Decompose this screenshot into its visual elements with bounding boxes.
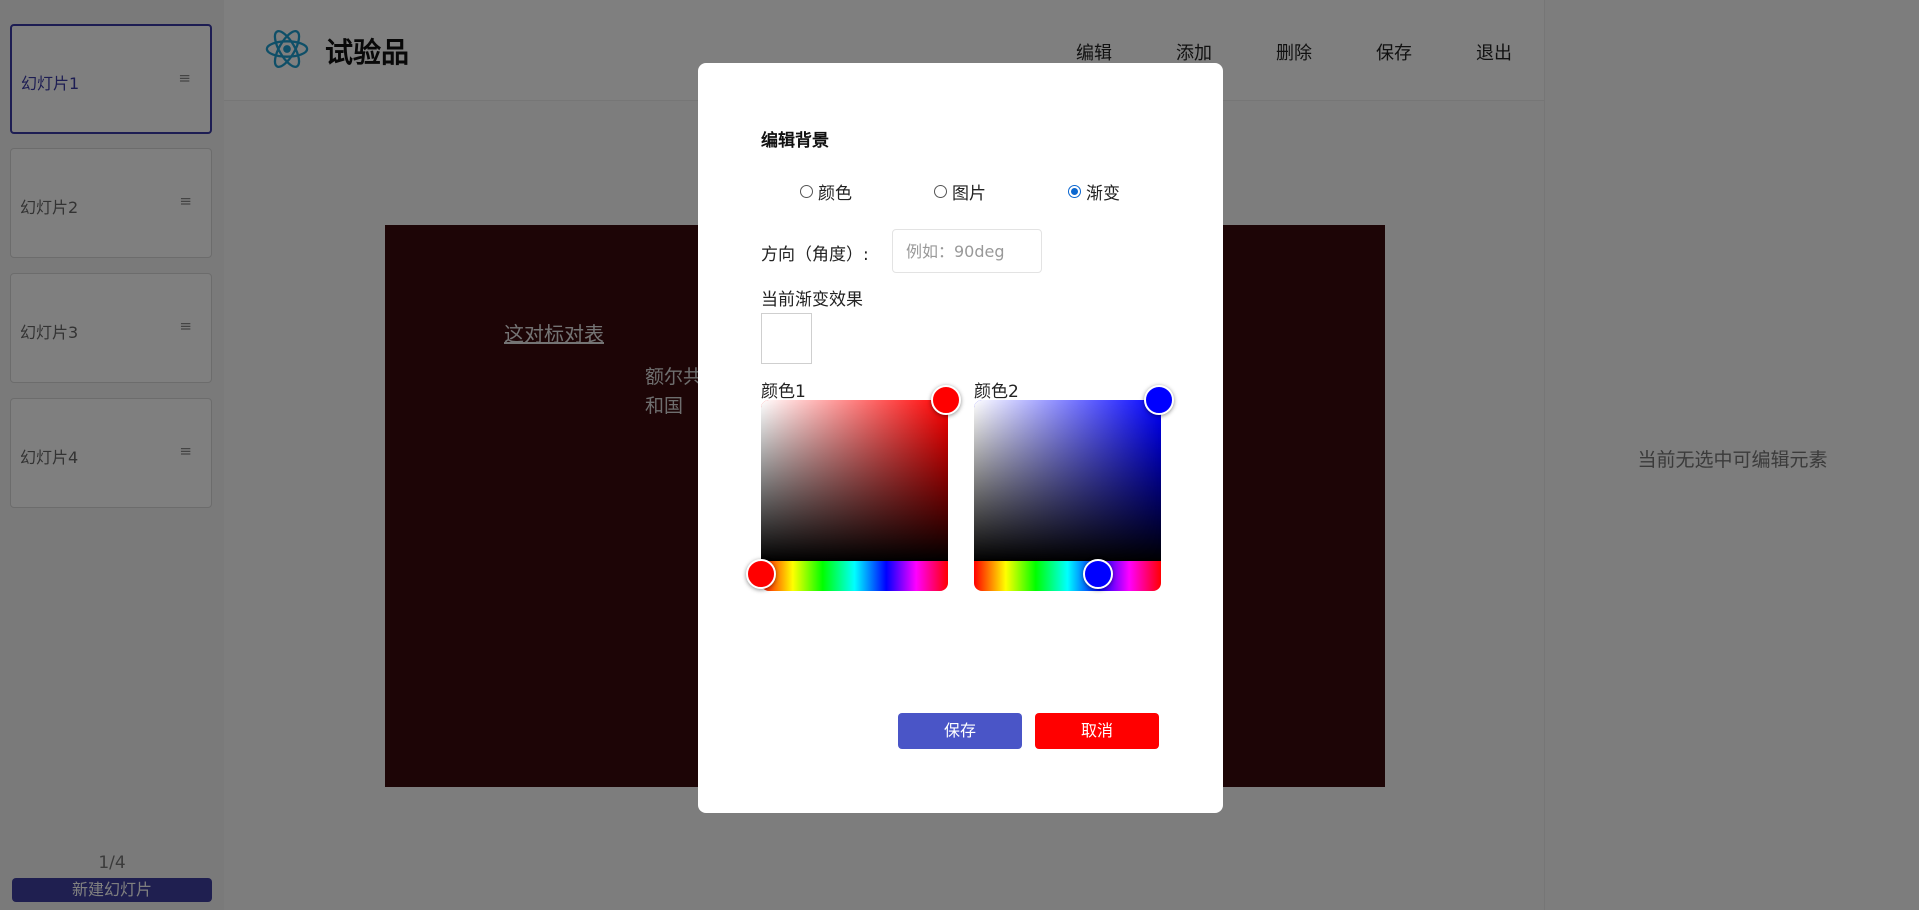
color2-hue-pointer[interactable] — [1083, 559, 1113, 589]
color2-saturation-area[interactable] — [974, 400, 1161, 561]
cancel-button[interactable]: 取消 — [1035, 713, 1159, 749]
edit-background-dialog: 编辑背景 颜色 图片 渐变 方向（角度）: 当前渐变效果 颜色1 颜色2 保存 … — [698, 63, 1223, 813]
gradient-preview — [761, 313, 812, 364]
option-gradient-label: 渐变 — [1086, 184, 1120, 204]
color2-label: 颜色2 — [974, 382, 1019, 402]
direction-input[interactable] — [892, 229, 1042, 273]
radio-gradient[interactable] — [1068, 185, 1081, 198]
dialog-title: 编辑背景 — [761, 131, 829, 151]
direction-label: 方向（角度）: — [761, 245, 869, 265]
option-image[interactable]: 图片 — [934, 179, 986, 204]
color1-label: 颜色1 — [761, 382, 806, 402]
color1-saturation-area[interactable] — [761, 400, 948, 561]
option-image-label: 图片 — [952, 184, 986, 204]
save-button[interactable]: 保存 — [898, 713, 1022, 749]
option-gradient[interactable]: 渐变 — [1068, 179, 1120, 204]
color2-hue-slider[interactable] — [974, 561, 1161, 591]
color2-saturation-pointer[interactable] — [1144, 385, 1174, 415]
current-gradient-label: 当前渐变效果 — [761, 290, 863, 310]
radio-color[interactable] — [800, 185, 813, 198]
color1-saturation-pointer[interactable] — [931, 385, 961, 415]
option-color[interactable]: 颜色 — [800, 179, 852, 204]
option-color-label: 颜色 — [818, 184, 852, 204]
color1-hue-pointer[interactable] — [746, 559, 776, 589]
color1-hue-slider[interactable] — [761, 561, 948, 591]
radio-image[interactable] — [934, 185, 947, 198]
